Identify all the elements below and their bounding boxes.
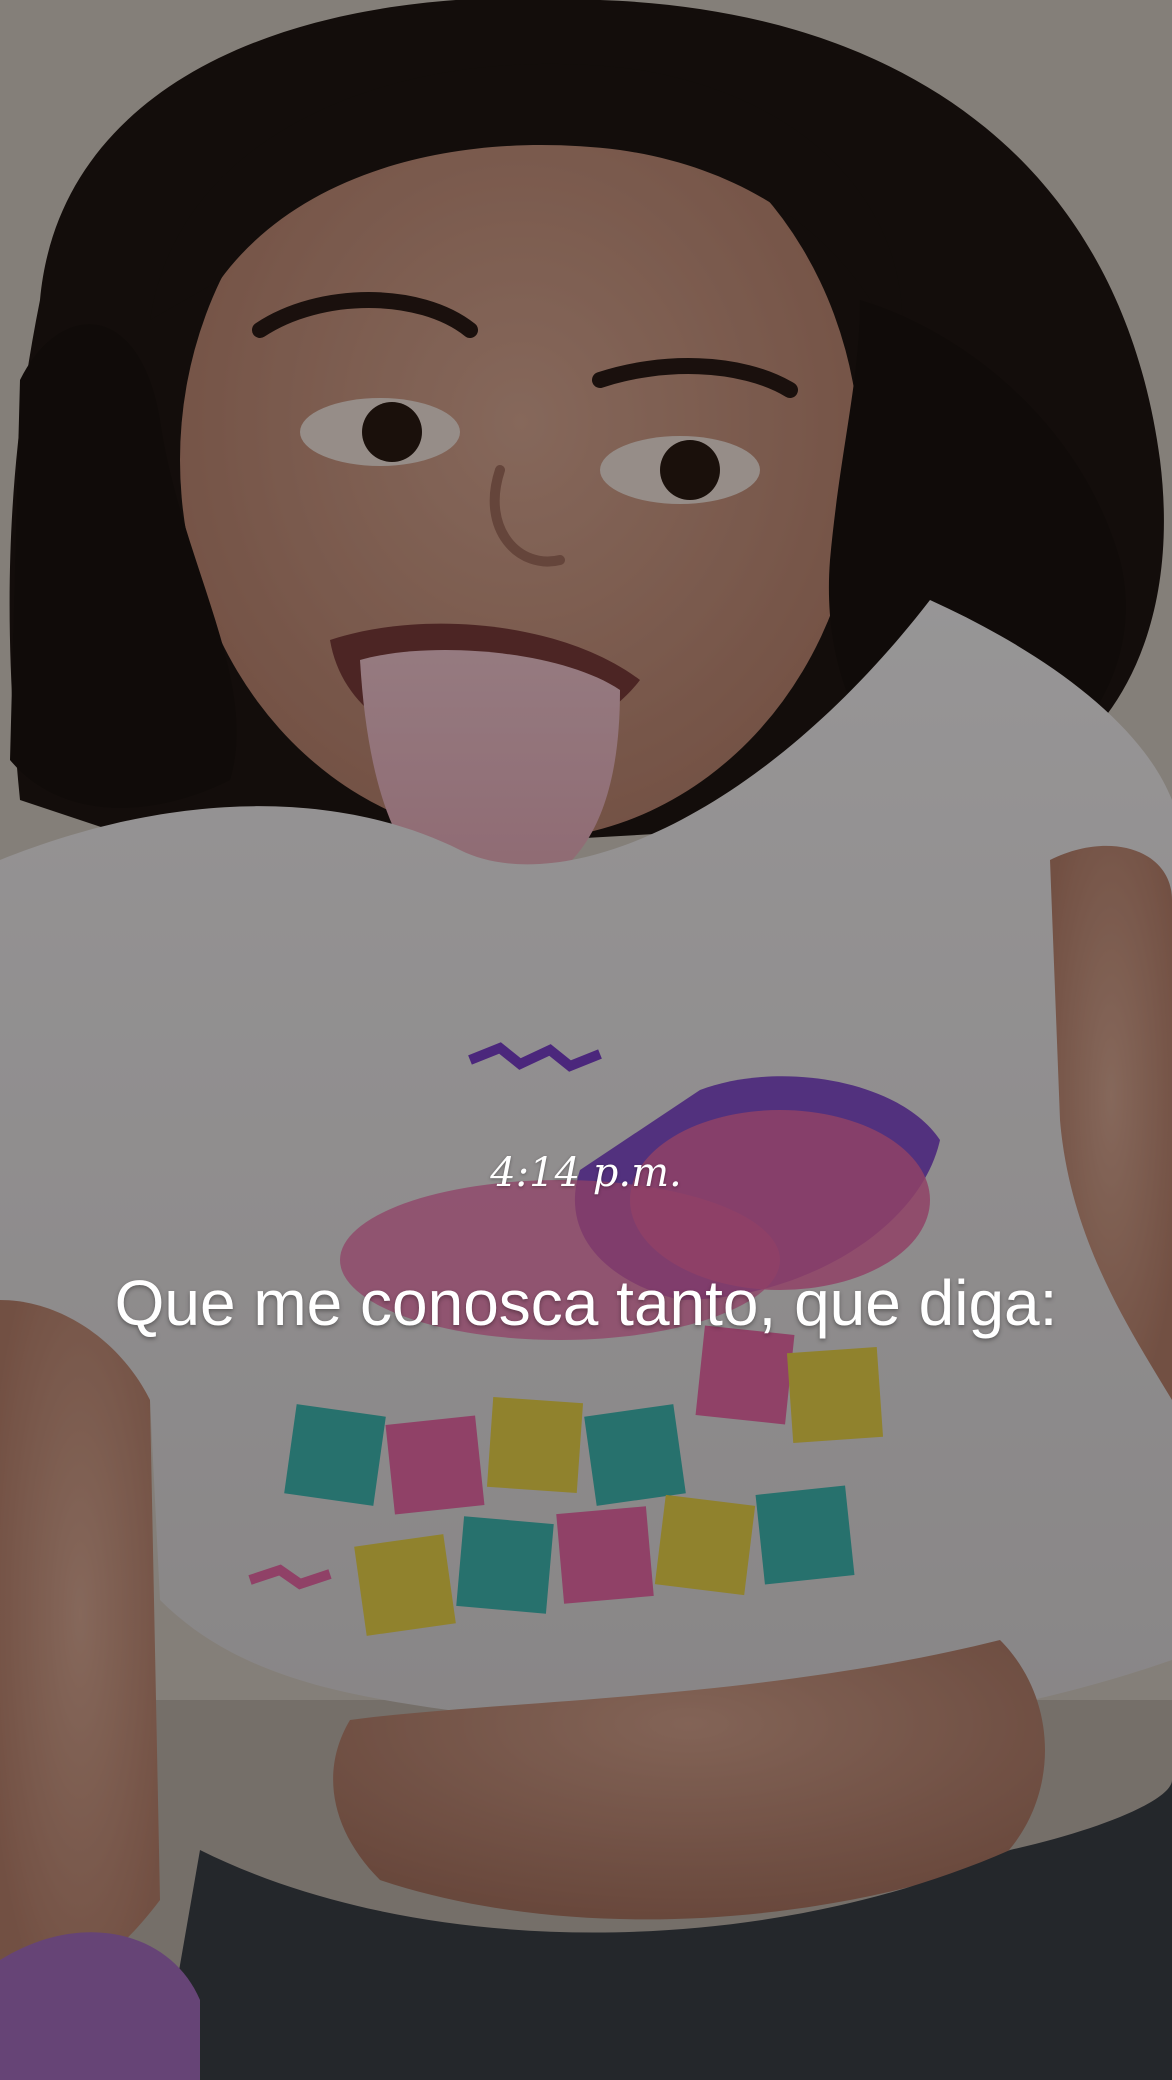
selfie-photo xyxy=(0,0,1172,2080)
story-caption: Que me conosca tanto, que diga: xyxy=(114,1267,1058,1339)
story-viewer: 4:14 p.m. Que me conosca tanto, que diga… xyxy=(0,0,1172,2080)
story-timestamp: 4:14 p.m. xyxy=(490,1150,682,1196)
dim-overlay xyxy=(0,0,1172,2080)
